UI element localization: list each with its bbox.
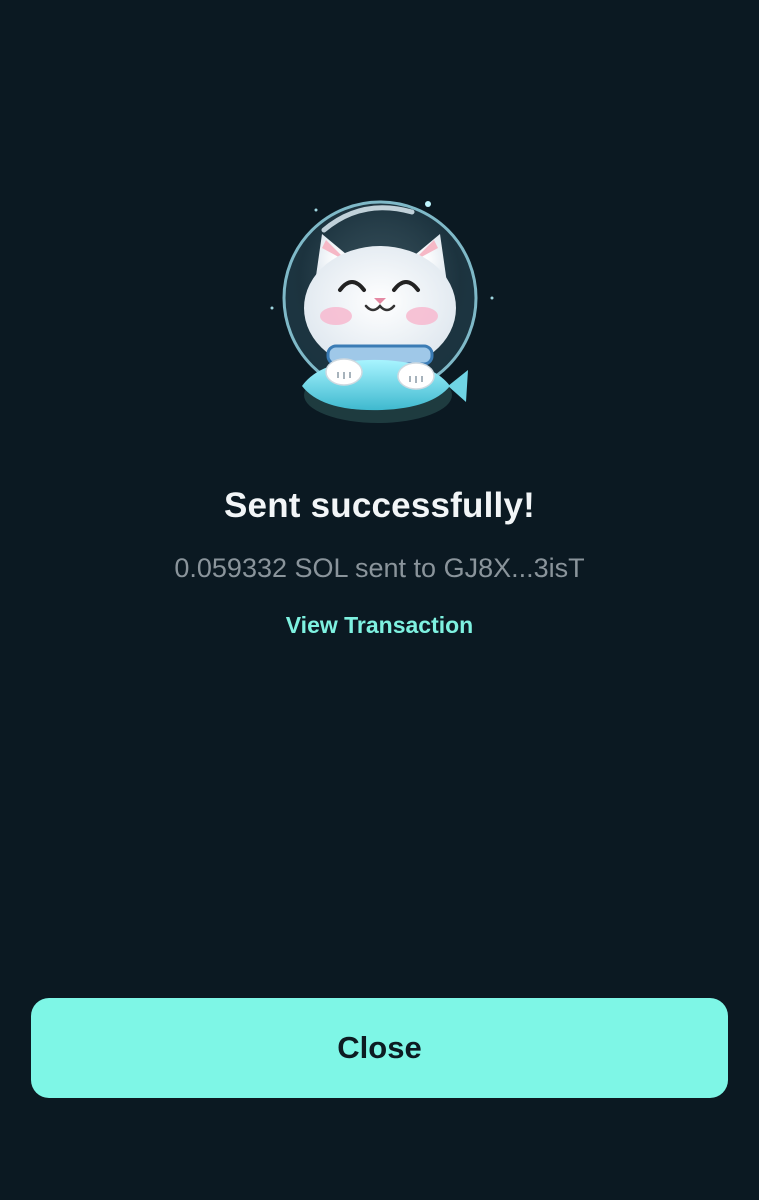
send-success-screen: Sent successfully! 0.059332 SOL sent to …	[0, 0, 759, 1200]
astronaut-cat-icon	[270, 200, 494, 423]
close-button-label: Close	[337, 1030, 422, 1065]
sent-amount-message: 0.059332 SOL sent to GJ8X...3isT	[174, 553, 585, 583]
success-title: Sent successfully!	[224, 486, 535, 525]
view-transaction-link[interactable]: View Transaction	[0, 612, 759, 639]
close-button[interactable]: Close	[31, 998, 728, 1098]
